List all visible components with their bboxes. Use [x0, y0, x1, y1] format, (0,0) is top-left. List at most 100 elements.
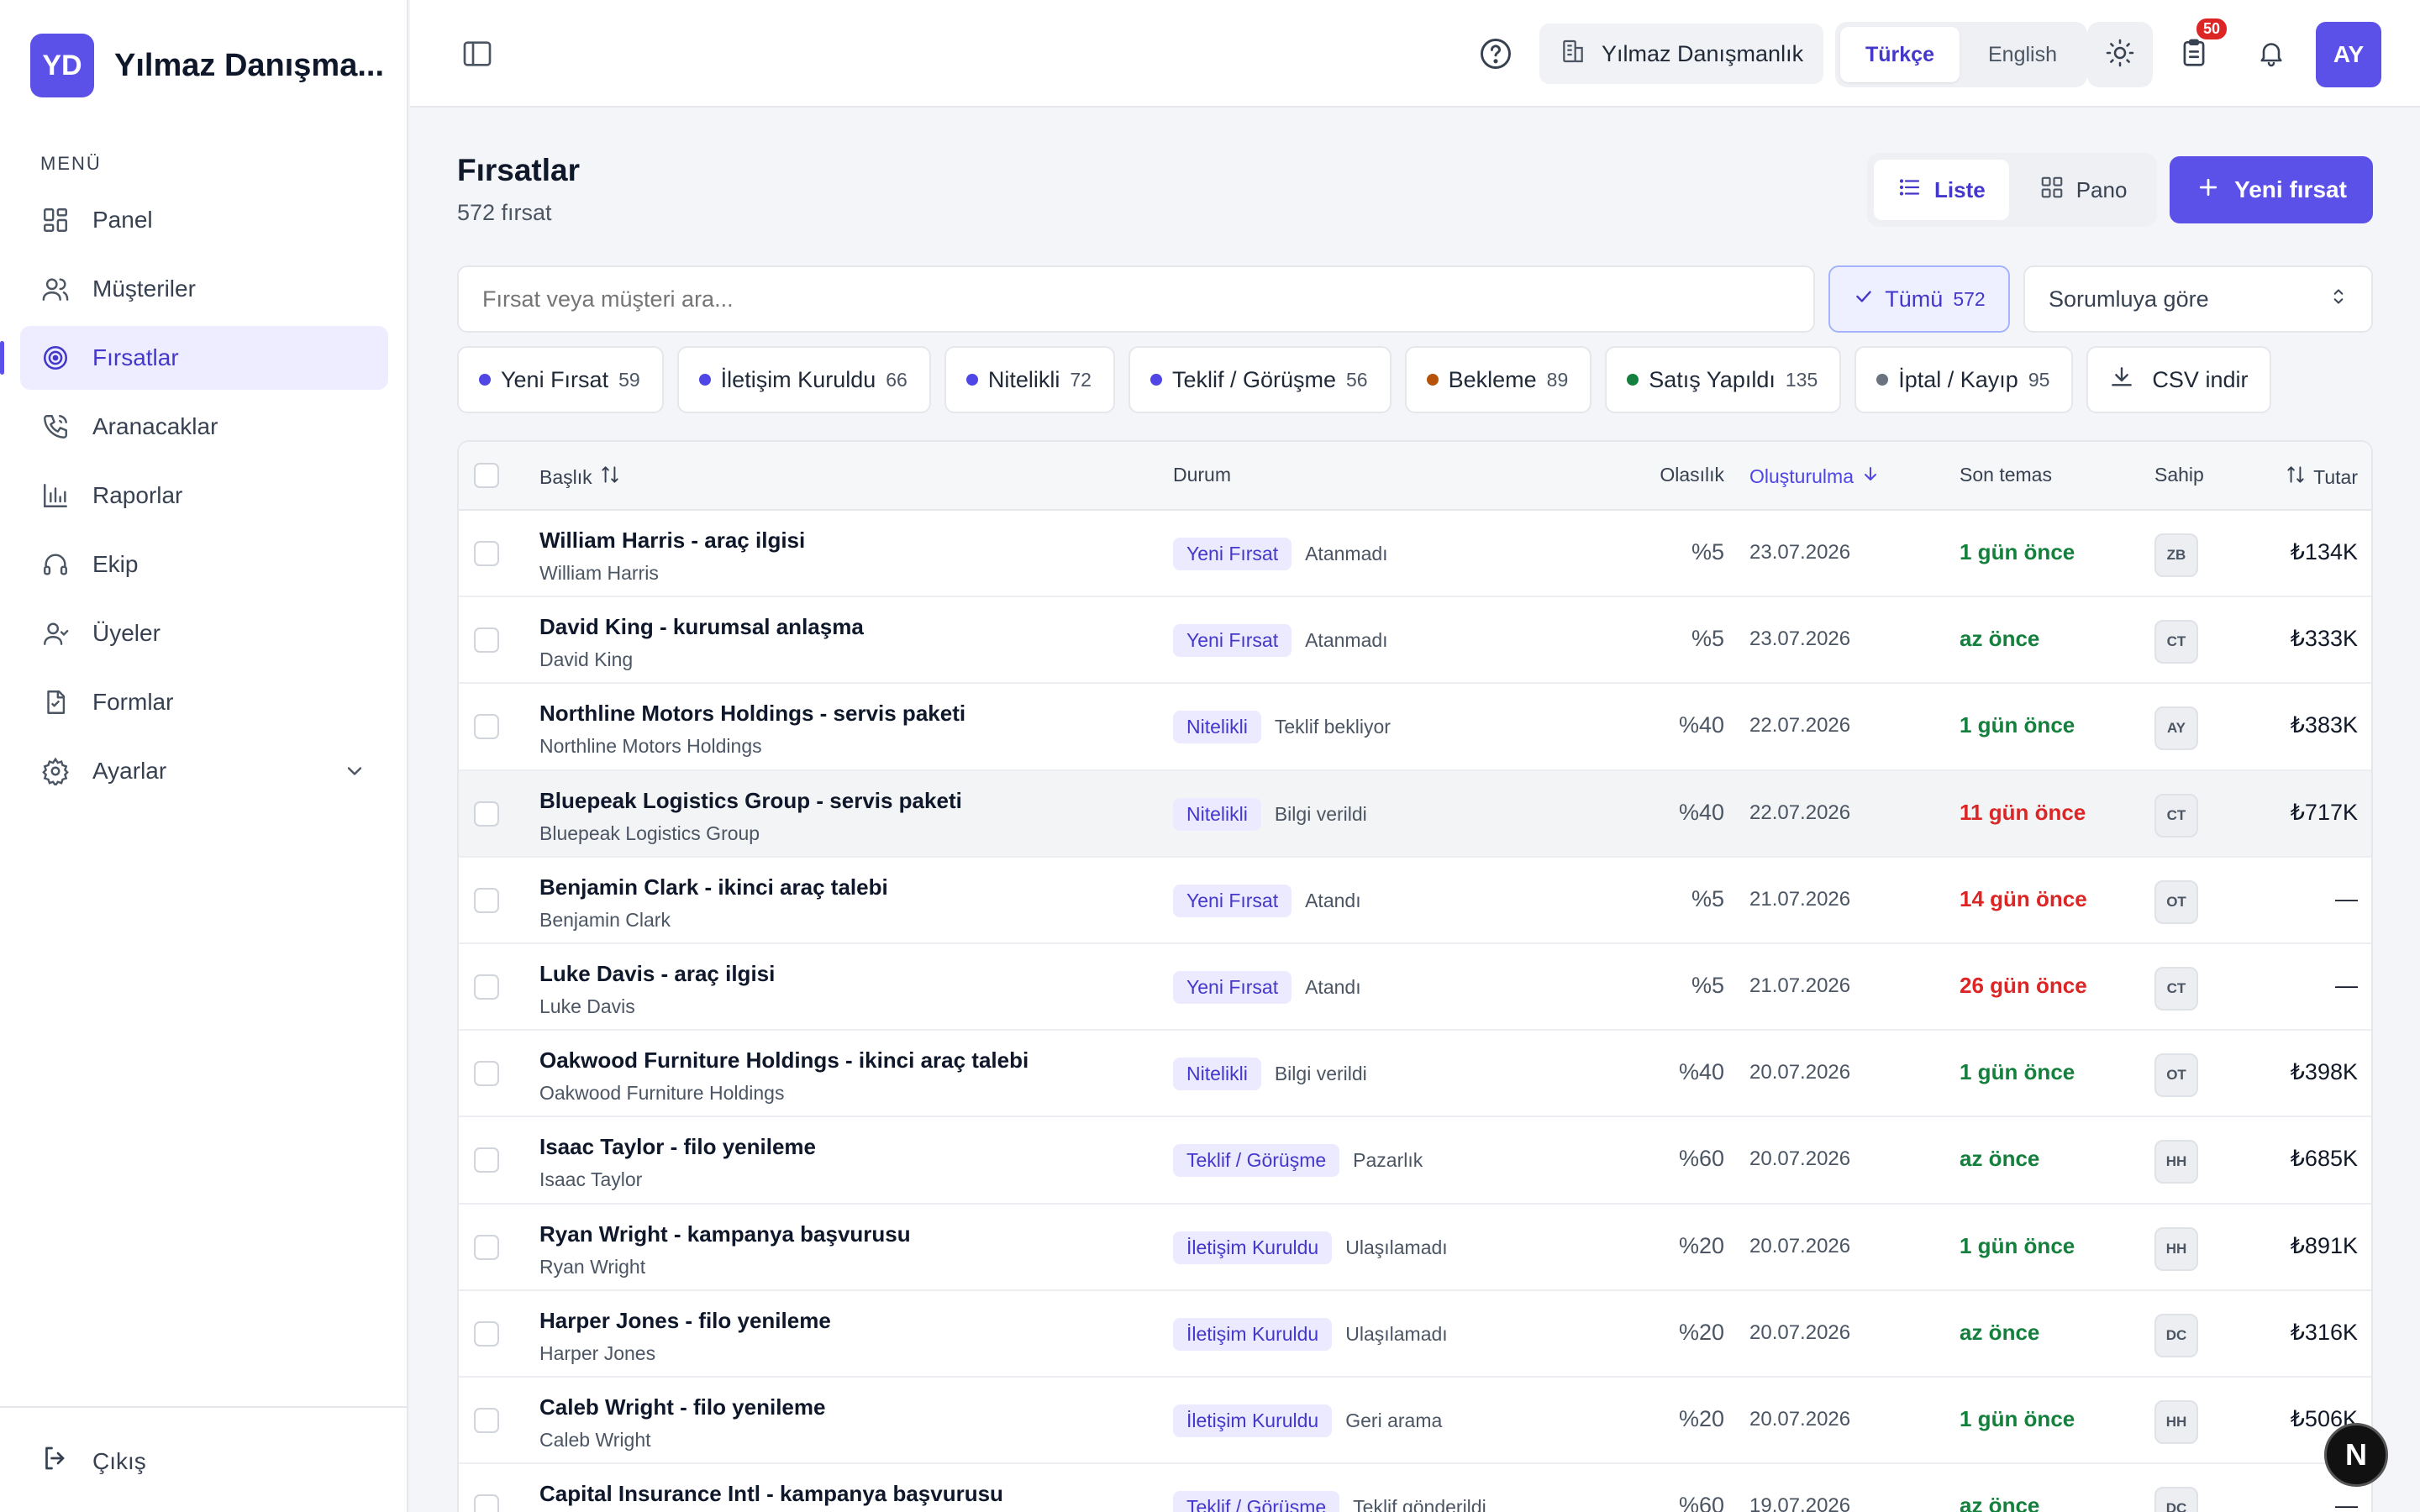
header-status-label: Durum [1173, 464, 1232, 486]
company-name: Yılmaz Danışmanlık [1602, 40, 1804, 66]
row-last-contact: 26 gün önce [1960, 972, 2087, 998]
row-checkbox[interactable] [474, 887, 499, 913]
company-switcher[interactable]: Yılmaz Danışmanlık [1539, 24, 1824, 84]
stage-chip[interactable]: Satış Yapıldı 135 [1605, 346, 1842, 413]
row-amount: ₺316K [2290, 1319, 2358, 1345]
header-last-contact-label: Son temas [1960, 464, 2052, 486]
row-checkbox[interactable] [474, 627, 499, 654]
row-status-cell: Yeni Fırsat Atandı [1173, 970, 1361, 1004]
header-created[interactable]: Oluşturulma [1749, 464, 1881, 489]
row-checkbox[interactable] [474, 801, 499, 827]
select-all-checkbox[interactable] [474, 463, 499, 488]
sidebar-item-formlar[interactable]: Formlar [20, 670, 388, 734]
stage-chip[interactable]: İptal / Kayıp 95 [1854, 346, 2074, 413]
sidebar-toggle-icon [460, 41, 494, 74]
table-row[interactable]: Northline Motors Holdings - servis paket… [459, 684, 2371, 771]
filter-all-button[interactable]: Tümü 572 [1828, 265, 2010, 333]
stage-chip[interactable]: Bekleme 89 [1404, 346, 1592, 413]
brand-logo: YD [30, 34, 94, 97]
row-title[interactable]: Benjamin Clark - ikinci araç talebi [539, 874, 1144, 900]
theme-toggle-button[interactable] [2087, 22, 2153, 87]
table-row[interactable]: Luke Davis - araç ilgisi Luke Davis Yeni F… [459, 944, 2371, 1032]
stage-chip[interactable]: Nitelikli 72 [944, 346, 1115, 413]
sidebar-item-ayarlar[interactable]: Ayarlar [20, 739, 388, 803]
row-created-date: 20.07.2026 [1749, 1061, 1851, 1084]
owner-filter-select[interactable]: Sorumluya göre [2023, 265, 2373, 333]
table-row[interactable]: Bluepeak Logistics Group - servis paketi… [459, 770, 2371, 858]
table-row[interactable]: Benjamin Clark - ikinci araç talebi Benja… [459, 858, 2371, 944]
table-row[interactable]: Ryan Wright - kampanya başvurusu Ryan Wri… [459, 1205, 2371, 1291]
row-checkbox[interactable] [474, 1494, 499, 1512]
sidebar-item-aranacaklar[interactable]: Aranacaklar [20, 395, 388, 459]
row-customer: Ryan Wright [539, 1255, 646, 1278]
row-checkbox[interactable] [474, 1407, 499, 1433]
row-last-contact: az önce [1960, 1146, 2040, 1172]
new-opportunity-button[interactable]: Yeni fırsat [2170, 156, 2373, 223]
sidebar-item-fırsatlar[interactable]: Fırsatlar [0, 326, 388, 390]
table-row[interactable]: David King - kurumsal anlaşma David King Y… [459, 597, 2371, 685]
row-owner-avatar: CT [2154, 793, 2198, 837]
sidebar-item-panel[interactable]: Panel [20, 188, 388, 252]
row-checkbox[interactable] [474, 974, 499, 1000]
sidebar-item-müşteriler[interactable]: Müşteriler [20, 257, 388, 321]
row-customer: Northline Motors Holdings [539, 735, 762, 758]
view-board-button[interactable]: Pano [2016, 160, 2151, 220]
row-title[interactable]: David King - kurumsal anlaşma [539, 614, 1144, 640]
user-avatar[interactable]: AY [2316, 22, 2381, 87]
row-created-date: 19.07.2026 [1749, 1494, 1851, 1512]
view-list-button[interactable]: Liste [1874, 160, 2009, 220]
table-row[interactable]: Capital Insurance Intl - kampanya başvur… [459, 1464, 2371, 1512]
row-title[interactable]: Oakwood Furniture Holdings - ikinci araç… [539, 1047, 1144, 1074]
search-input[interactable] [457, 265, 1815, 333]
header-title[interactable]: Başlık [539, 464, 621, 491]
row-title[interactable]: Ryan Wright - kampanya başvurusu [539, 1221, 1144, 1247]
header-amount[interactable]: Tutar [2285, 464, 2358, 491]
row-title[interactable]: Northline Motors Holdings - servis paket… [539, 701, 1144, 727]
row-created-date: 22.07.2026 [1749, 714, 1851, 738]
row-title[interactable]: William Harris - araç ilgisi [539, 528, 1144, 554]
row-substatus: Atandı [1305, 975, 1361, 998]
row-probability: %5 [1691, 972, 1724, 998]
row-status-cell: Yeni Fırsat Atandı [1173, 884, 1361, 917]
brand[interactable]: YD Yılmaz Danışma... [30, 34, 384, 97]
stage-chip[interactable]: Yeni Fırsat 59 [457, 346, 664, 413]
row-title[interactable]: Capital Insurance Intl - kampanya başvur… [539, 1481, 1144, 1507]
sidebar-item-label: Raporlar [92, 482, 183, 508]
row-stage-badge: İletişim Kuruldu [1173, 1404, 1333, 1437]
csv-download-label: CSV indir [2152, 366, 2249, 392]
table-row[interactable]: William Harris - araç ilgisi William Harr… [459, 511, 2371, 598]
stage-chip[interactable]: İletişim Kuruldu 66 [676, 346, 931, 413]
row-stage-badge: Nitelikli [1173, 797, 1261, 831]
row-title[interactable]: Luke Davis - araç ilgisi [539, 961, 1144, 987]
row-title[interactable]: Caleb Wright - filo yenileme [539, 1394, 1144, 1420]
csv-download-button[interactable]: CSV indir [2086, 346, 2272, 413]
help-button[interactable] [1477, 35, 1514, 76]
sidebar: YD Yılmaz Danışma... MENÜ Panel Müşterile… [0, 0, 408, 1512]
language-english[interactable]: English [1963, 27, 2082, 82]
sidebar-item-raporlar[interactable]: Raporlar [20, 464, 388, 528]
row-checkbox[interactable] [474, 1061, 499, 1087]
row-checkbox[interactable] [474, 714, 499, 740]
row-title[interactable]: Isaac Taylor - filo yenileme [539, 1134, 1144, 1160]
stage-chip[interactable]: Teklif / Görüşme 56 [1128, 346, 1392, 413]
row-customer: Harper Jones [539, 1341, 656, 1364]
table-row[interactable]: Harper Jones - filo yenileme Harper Jones… [459, 1291, 2371, 1378]
row-checkbox[interactable] [474, 1234, 499, 1260]
logout-button[interactable]: Çıkış [40, 1443, 146, 1479]
notifications-button[interactable] [2238, 22, 2304, 87]
row-checkbox[interactable] [474, 541, 499, 566]
table-row[interactable]: Caleb Wright - filo yenileme Caleb Wright… [459, 1378, 2371, 1465]
sidebar-toggle-button[interactable] [460, 37, 494, 75]
floating-assistant-button[interactable]: N [2324, 1423, 2388, 1487]
table-row[interactable]: Isaac Taylor - filo yenileme Isaac Taylor… [459, 1117, 2371, 1205]
sidebar-item-ekip[interactable]: Ekip [20, 533, 388, 596]
language-turkish[interactable]: Türkçe [1840, 27, 1960, 82]
row-title-cell: Bluepeak Logistics Group - servis paketi… [539, 788, 1144, 845]
sidebar-item-üyeler[interactable]: Üyeler [20, 601, 388, 665]
row-checkbox[interactable] [474, 1147, 499, 1173]
table-row[interactable]: Oakwood Furniture Holdings - ikinci araç… [459, 1031, 2371, 1118]
row-title[interactable]: Bluepeak Logistics Group - servis paketi [539, 788, 1144, 814]
row-amount: ₺685K [2290, 1146, 2358, 1172]
row-title[interactable]: Harper Jones - filo yenileme [539, 1308, 1144, 1334]
row-checkbox[interactable] [474, 1320, 499, 1347]
